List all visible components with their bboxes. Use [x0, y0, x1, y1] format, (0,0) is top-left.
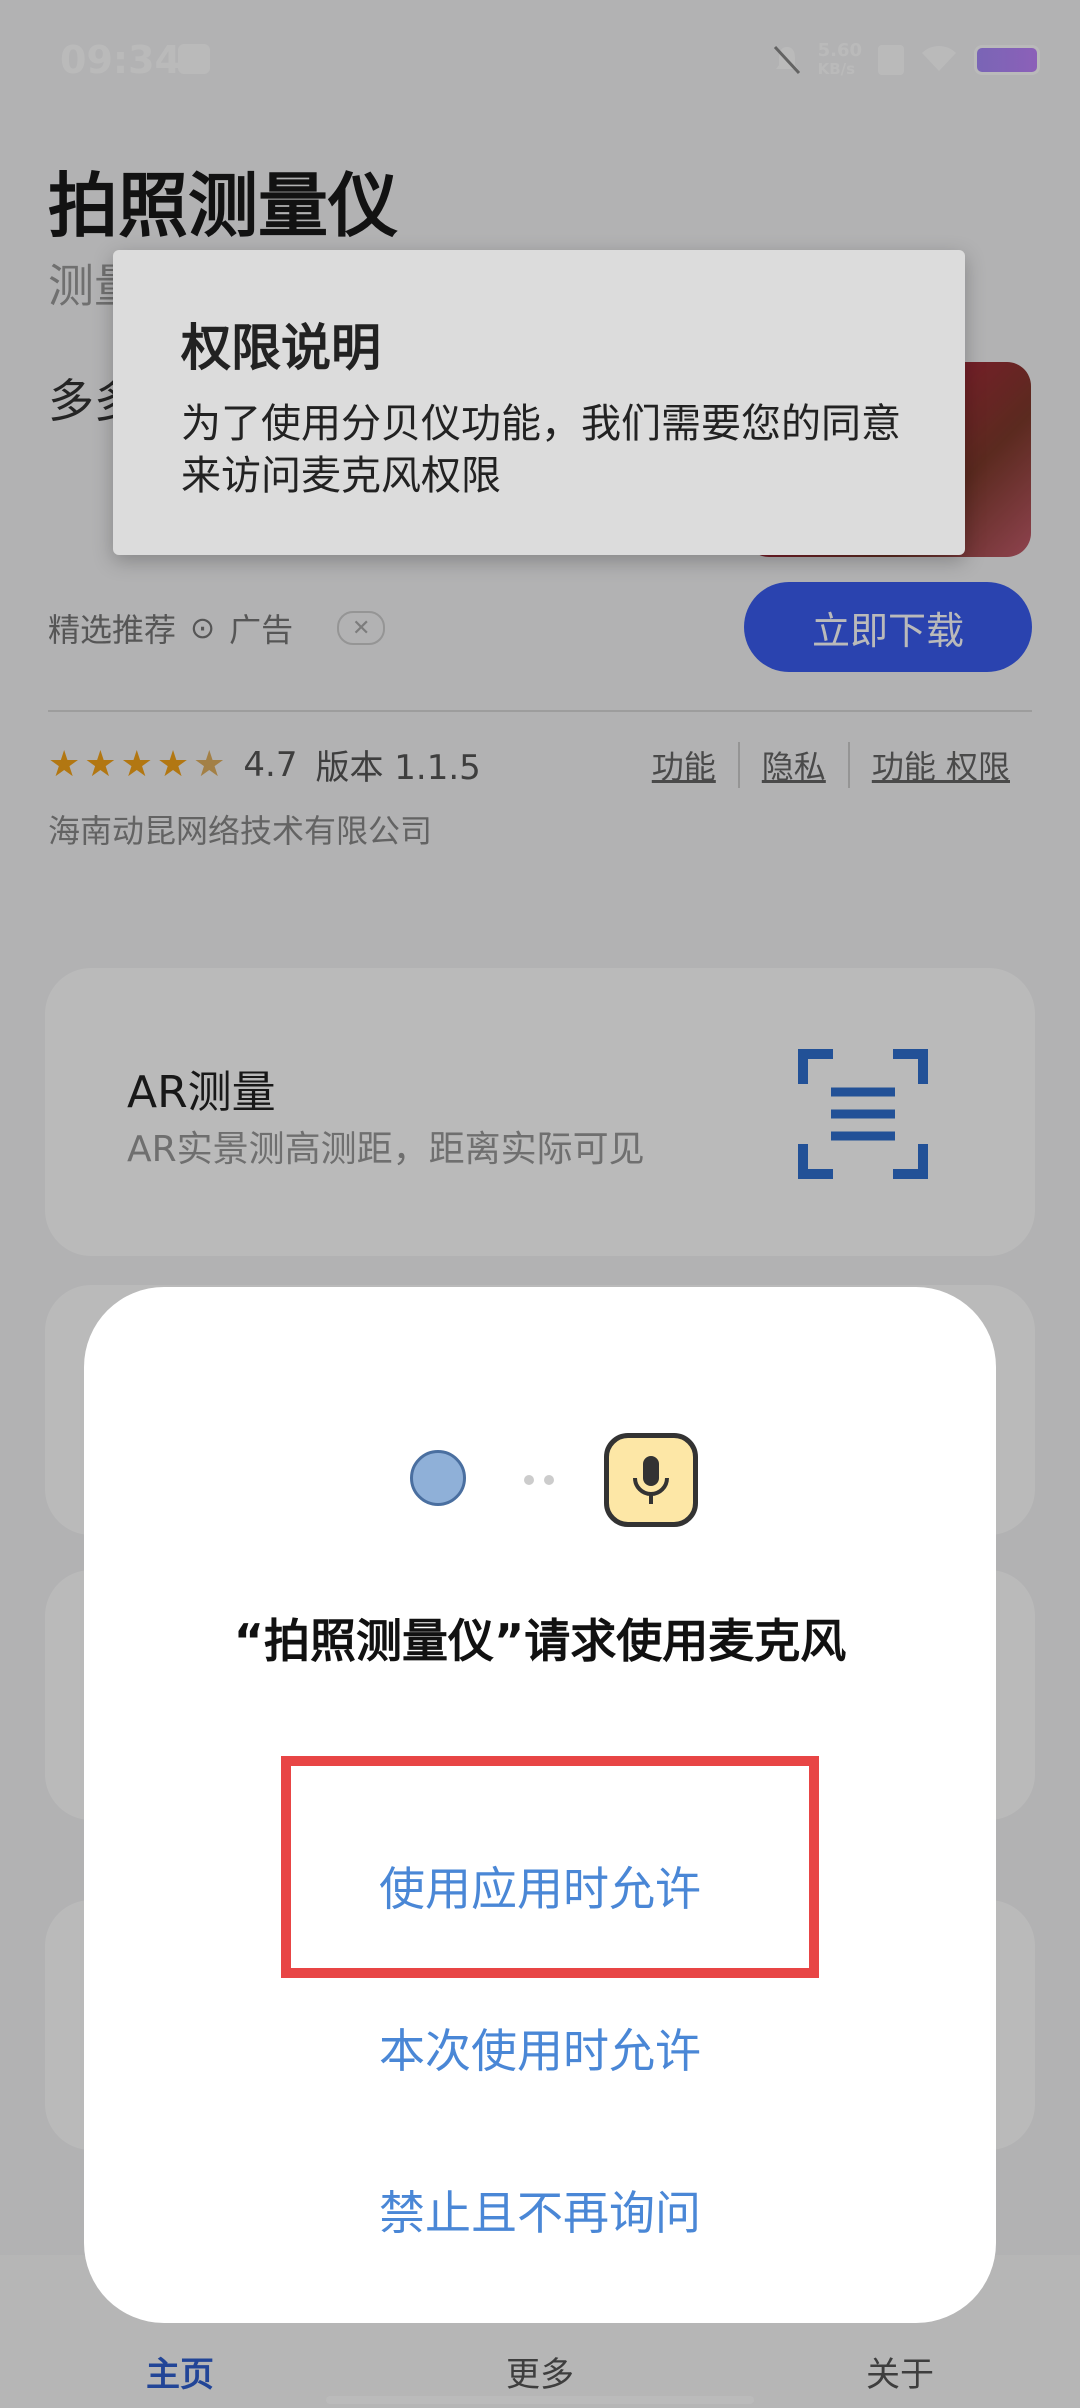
dialog-title: “拍照测量仪”请求使用麦克风 — [233, 1614, 847, 1668]
connector-dots — [524, 1475, 554, 1485]
permission-tip: 权限说明 为了使用分贝仪功能，我们需要您的同意来访问麦克风权限 — [113, 250, 965, 555]
microphone-icon — [604, 1433, 698, 1527]
permission-tip-title: 权限说明 — [181, 319, 381, 377]
highlight-box — [281, 1756, 819, 1978]
allow-this-time-button[interactable]: 本次使用时允许 — [84, 2015, 996, 2081]
app-icon — [410, 1450, 466, 1506]
permission-tip-body: 为了使用分贝仪功能，我们需要您的同意来访问麦克风权限 — [181, 401, 901, 499]
deny-button[interactable]: 禁止且不再询问 — [84, 2177, 996, 2243]
home-indicator[interactable] — [326, 2396, 754, 2404]
